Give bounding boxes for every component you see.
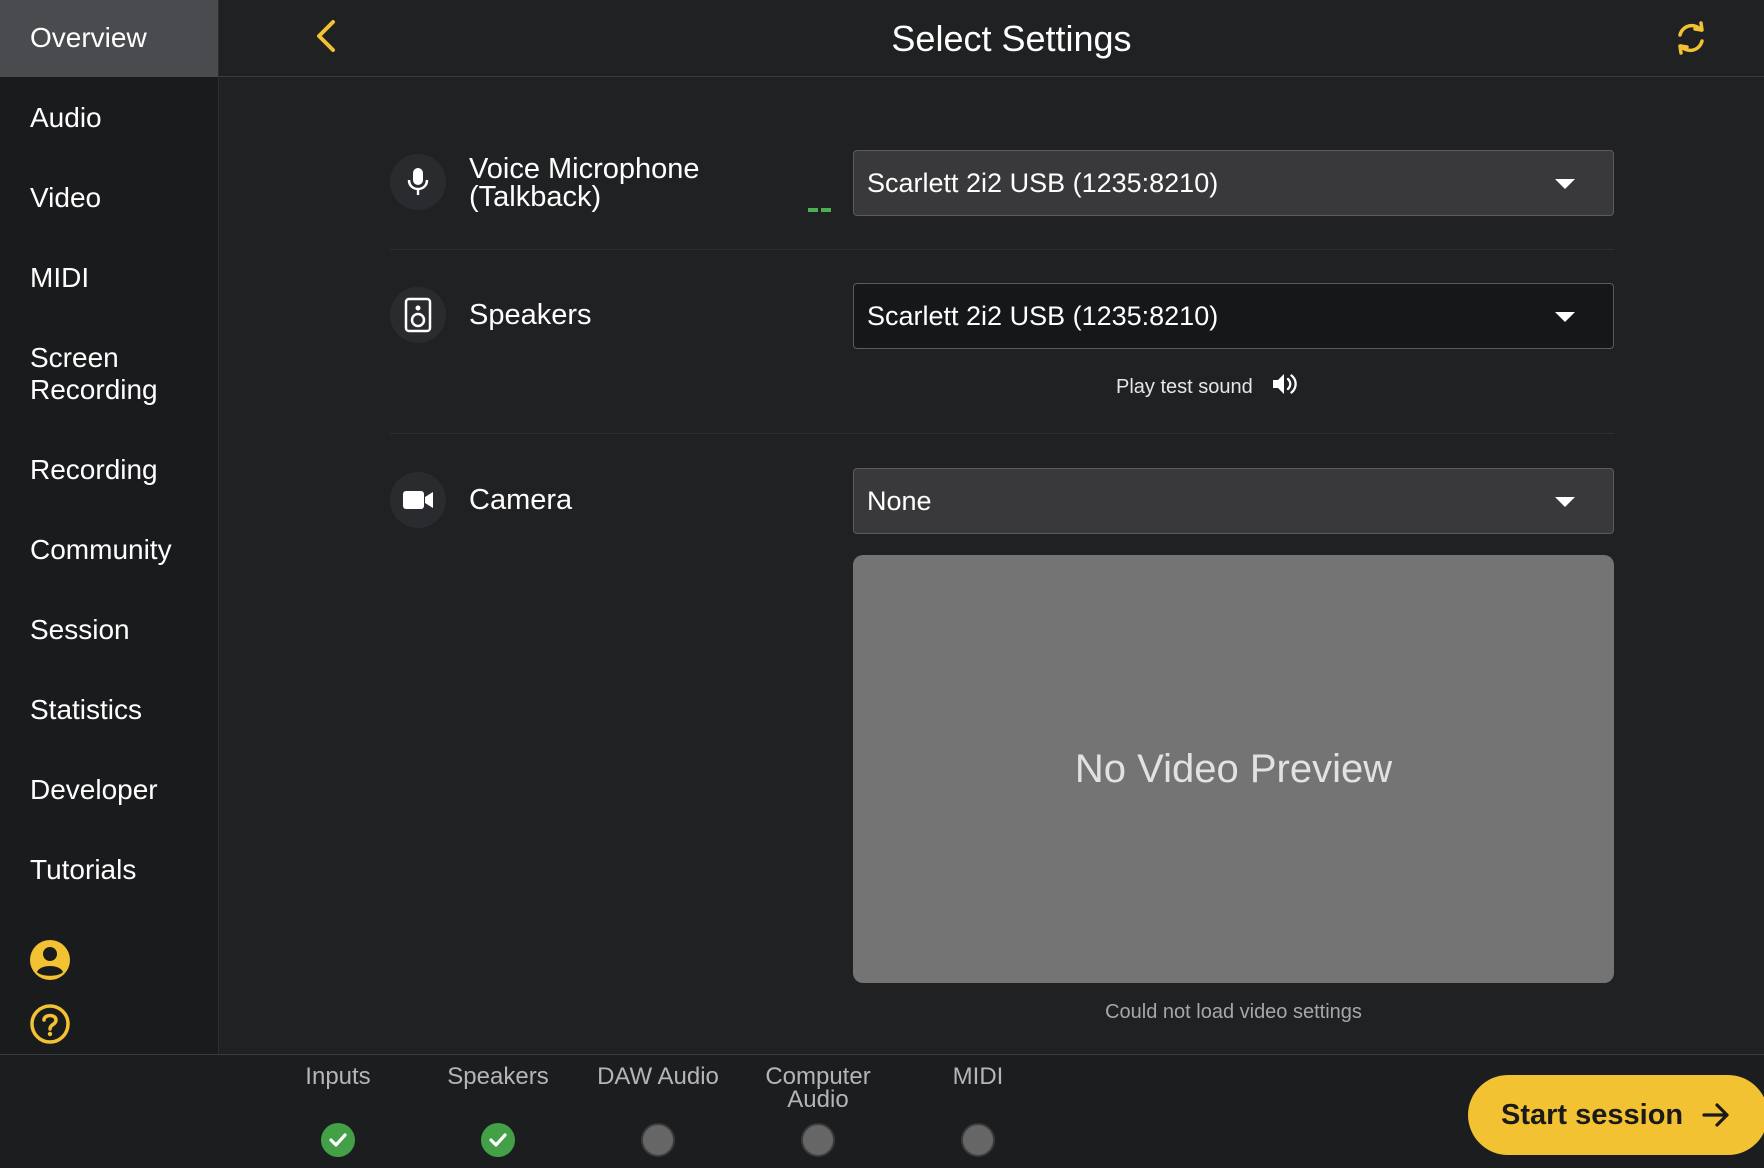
sidebar-item-label: Video xyxy=(30,182,102,213)
caret-down-icon xyxy=(1555,497,1575,507)
check-icon xyxy=(329,1133,347,1147)
sidebar-item-label: Screen Recording xyxy=(30,342,158,405)
sidebar-item-audio[interactable]: Audio xyxy=(0,102,218,134)
step-midi-label: MIDI xyxy=(898,1063,1058,1090)
play-test-sound-label: Play test sound xyxy=(1116,375,1253,398)
step-speakers-label: Speakers xyxy=(418,1063,578,1090)
step-computer-audio-status[interactable] xyxy=(801,1123,835,1157)
sidebar-item-label: Statistics xyxy=(30,694,143,725)
divider xyxy=(390,433,1614,434)
step-inputs-label: Inputs xyxy=(258,1063,418,1090)
speakers-select-value: Scarlett 2i2 USB (1235:8210) xyxy=(867,300,1219,331)
sidebar-item-label: Audio xyxy=(30,102,102,133)
sidebar-item-overview[interactable]: Overview xyxy=(0,0,218,77)
microphone-label: Voice Microphone (Talkback) xyxy=(469,153,700,213)
sidebar-item-statistics[interactable]: Statistics xyxy=(0,694,218,726)
play-test-sound-button[interactable]: Play test sound xyxy=(1116,371,1299,403)
sidebar-item-recording[interactable]: Recording xyxy=(0,454,218,486)
microphone-icon xyxy=(390,154,446,210)
help-icon[interactable] xyxy=(29,1003,71,1045)
microphone-select[interactable]: Scarlett 2i2 USB (1235:8210) xyxy=(853,150,1614,216)
sidebar-item-label: Session xyxy=(30,614,130,645)
step-speakers-status[interactable] xyxy=(481,1123,515,1157)
step-label-line1: DAW Audio xyxy=(597,1063,719,1090)
start-session-button[interactable]: Start session xyxy=(1468,1075,1764,1155)
video-settings-message: Could not load video settings xyxy=(1105,1001,1362,1023)
video-preview-text: No Video Preview xyxy=(1074,746,1393,791)
step-daw-audio-status[interactable] xyxy=(641,1123,675,1157)
start-session-label: Start session xyxy=(1501,1098,1684,1131)
refresh-icon[interactable] xyxy=(1671,18,1711,58)
microphone-label-line1: Voice Microphone xyxy=(469,153,700,185)
divider xyxy=(390,249,1614,250)
sidebar-item-label: Developer xyxy=(30,774,158,805)
speaker-icon xyxy=(390,287,446,343)
sidebar-item-label: MIDI xyxy=(30,262,90,293)
sidebar-item-session[interactable]: Session xyxy=(0,614,218,646)
footer: Inputs Speakers DAW Audio Computer Audio… xyxy=(0,1054,1764,1168)
step-midi-status[interactable] xyxy=(961,1123,995,1157)
check-icon xyxy=(489,1133,507,1147)
microphone-select-value: Scarlett 2i2 USB (1235:8210) xyxy=(867,167,1219,198)
sidebar-item-tutorials[interactable]: Tutorials xyxy=(0,854,218,886)
microphone-label-line2: (Talkback) xyxy=(469,181,602,213)
sidebar-item-midi[interactable]: MIDI xyxy=(0,262,218,294)
header: Select Settings xyxy=(219,0,1764,77)
step-inputs-status[interactable] xyxy=(321,1123,355,1157)
sidebar-item-label: Tutorials xyxy=(30,854,137,885)
step-label-line1: Speakers xyxy=(447,1063,549,1090)
sidebar-item-video[interactable]: Video xyxy=(0,182,218,214)
sidebar-item-community[interactable]: Community xyxy=(0,534,218,566)
sidebar-item-screen-recording[interactable]: Screen Recording xyxy=(0,342,190,406)
sidebar-item-developer[interactable]: Developer xyxy=(0,774,218,806)
step-daw-audio-label: DAW Audio xyxy=(578,1063,738,1090)
caret-down-icon xyxy=(1555,312,1575,322)
step-computer-audio-label: Computer Audio xyxy=(738,1063,898,1113)
speakers-select[interactable]: Scarlett 2i2 USB (1235:8210) xyxy=(853,283,1614,349)
camera-select[interactable]: None xyxy=(853,468,1614,534)
volume-icon xyxy=(1271,371,1299,403)
account-icon[interactable] xyxy=(29,939,71,981)
sidebar-item-label: Community xyxy=(30,534,172,565)
step-label-line1: MIDI xyxy=(952,1063,1004,1090)
camera-select-value: None xyxy=(867,485,932,516)
sidebar-item-label: Overview xyxy=(30,22,147,53)
sidebar: Overview Audio Video MIDI Screen Recordi… xyxy=(0,0,219,1054)
step-label-line2: Audio xyxy=(787,1086,849,1113)
camera-icon xyxy=(390,472,446,528)
arrow-right-icon xyxy=(1702,1103,1729,1127)
step-label-line1: Computer xyxy=(765,1063,871,1090)
camera-label: Camera xyxy=(469,484,573,516)
video-preview: No Video Preview xyxy=(853,555,1614,983)
sidebar-item-label: Recording xyxy=(30,454,158,485)
mic-level-meter xyxy=(808,199,834,212)
speakers-label: Speakers xyxy=(469,299,592,331)
page-title: Select Settings xyxy=(891,18,1132,59)
caret-down-icon xyxy=(1555,179,1575,189)
step-label-line1: Inputs xyxy=(305,1063,371,1090)
